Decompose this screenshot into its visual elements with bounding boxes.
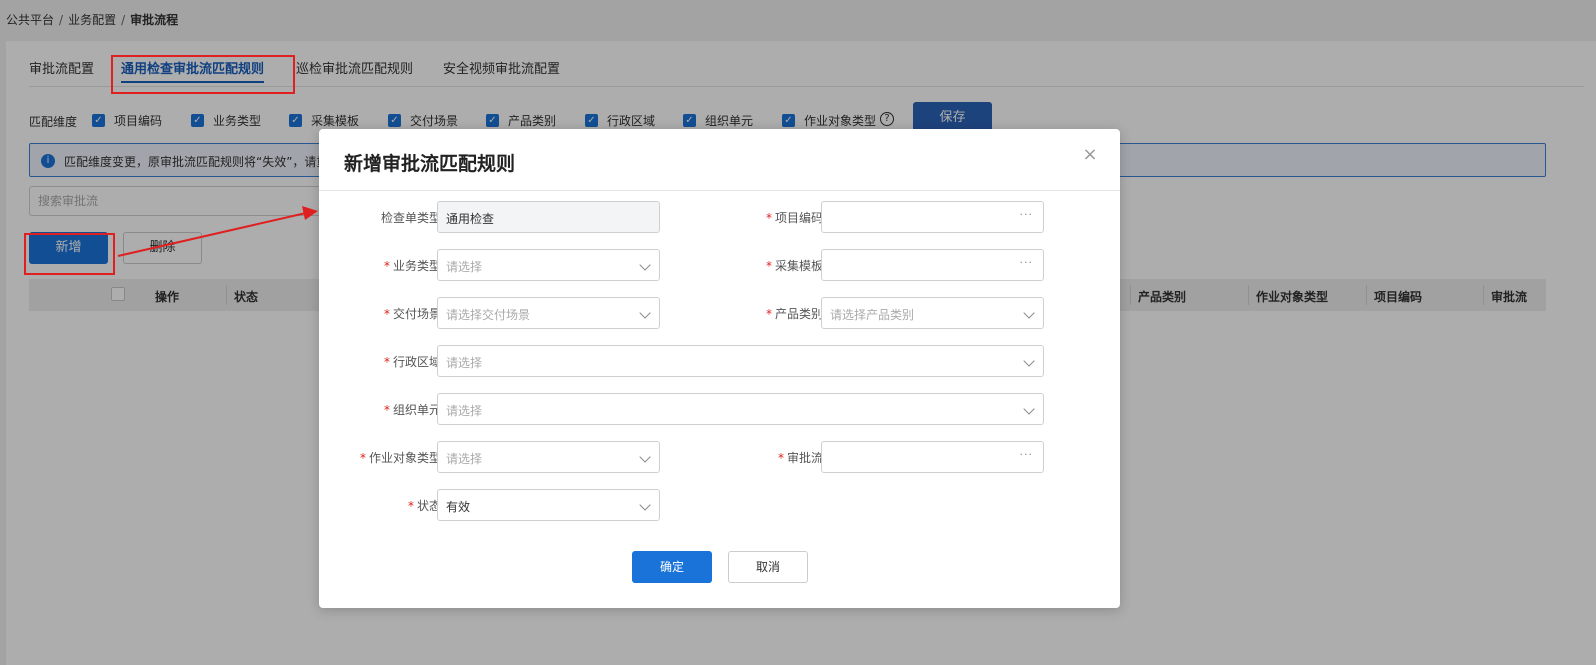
scene-select[interactable]: 请选择交付场景	[437, 297, 660, 329]
object-type-select[interactable]: 请选择	[437, 441, 660, 473]
dialog-title: 新增审批流匹配规则	[344, 153, 516, 175]
label-region: * 行政区域	[383, 355, 441, 369]
chevron-down-icon	[1023, 403, 1035, 415]
annotation-highlight-add	[24, 233, 115, 275]
label-template: * 采集模板	[765, 259, 823, 273]
add-rule-dialog: 新增审批流匹配规则 × 检查单类型 通用检查 * 项目编码 ··· * 业务类型 请…	[319, 129, 1120, 608]
label-project-code: * 项目编码	[765, 211, 823, 225]
chevron-down-icon	[639, 307, 651, 319]
check-type-field: 通用检查	[437, 201, 660, 233]
chevron-down-icon	[639, 259, 651, 271]
cancel-button[interactable]: 取消	[728, 551, 808, 583]
chevron-down-icon	[639, 499, 651, 511]
label-check-type: 检查单类型	[380, 211, 441, 225]
ellipsis-icon[interactable]: ···	[1020, 256, 1034, 269]
project-code-lookup[interactable]: ···	[821, 201, 1044, 233]
template-lookup[interactable]: ···	[821, 249, 1044, 281]
org-select[interactable]: 请选择	[437, 393, 1044, 425]
confirm-button[interactable]: 确定	[632, 551, 712, 583]
status-select[interactable]: 有效	[437, 489, 660, 521]
flow-lookup[interactable]: ···	[821, 441, 1044, 473]
chevron-down-icon	[1023, 355, 1035, 367]
annotation-highlight-tab	[111, 55, 295, 94]
label-product: * 产品类别	[765, 307, 823, 321]
label-scene: * 交付场景	[383, 307, 441, 321]
label-org: * 组织单元	[383, 403, 441, 417]
ellipsis-icon[interactable]: ···	[1020, 208, 1034, 221]
label-flow: * 审批流	[777, 451, 823, 465]
chevron-down-icon	[639, 451, 651, 463]
dialog-divider	[319, 190, 1120, 191]
label-object-type: * 作业对象类型	[359, 451, 441, 465]
chevron-down-icon	[1023, 307, 1035, 319]
ellipsis-icon[interactable]: ···	[1020, 448, 1034, 461]
label-business-type: * 业务类型	[383, 259, 441, 273]
region-select[interactable]: 请选择	[437, 345, 1044, 377]
business-type-select[interactable]: 请选择	[437, 249, 660, 281]
product-select[interactable]: 请选择产品类别	[821, 297, 1044, 329]
close-icon[interactable]: ×	[1082, 146, 1098, 164]
